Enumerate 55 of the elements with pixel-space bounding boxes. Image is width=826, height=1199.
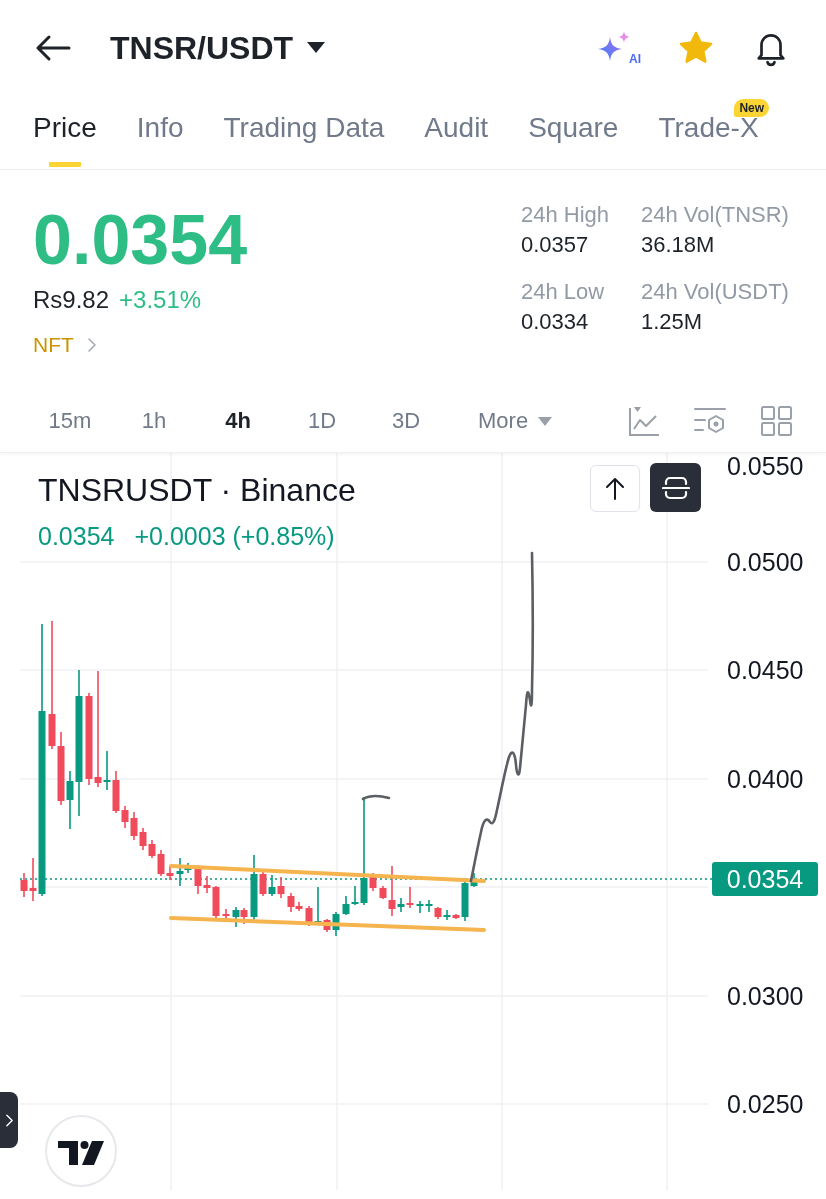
chart-title: TNSRUSDT · Binance (38, 472, 356, 508)
last-price: 0.0354 (33, 204, 249, 276)
panel-toggle-button[interactable] (0, 1092, 18, 1148)
tab[interactable]: Audit (424, 95, 489, 169)
stat-value: 0.0357 (521, 231, 590, 259)
interval-tab[interactable]: 3D (364, 406, 448, 436)
fullscreen-button[interactable] (650, 463, 701, 512)
tab[interactable]: Price (33, 95, 97, 169)
caret-icon (538, 416, 553, 426)
legend-change: +0.0003 (+0.85%) (134, 521, 335, 552)
price-axis-label: 0.0300 (727, 982, 804, 1010)
stat-label: 24h Vol(USDT) (641, 278, 790, 306)
stat-label: 24h Vol(TNSR) (641, 201, 790, 229)
tab[interactable]: Square (528, 95, 619, 169)
pair-selector[interactable]: TNSR/USDT (110, 27, 326, 68)
stat-value: 36.18M (641, 231, 716, 259)
nft-link[interactable]: NFT (33, 331, 96, 359)
price-tag: 0.0354 (712, 862, 818, 896)
stat-label: 24h High (521, 201, 611, 229)
logo-icon[interactable] (45, 1115, 117, 1187)
chevron-right-icon (87, 338, 96, 352)
grid-icon[interactable] (760, 405, 793, 437)
back-icon[interactable] (35, 33, 71, 62)
price-change: +3.51% (119, 285, 202, 315)
trendline[interactable] (169, 864, 486, 883)
fiat-price: Rs9.82 (33, 285, 110, 315)
new-badge: New (734, 99, 770, 117)
stat-value: 0.0334 (521, 308, 590, 336)
tab[interactable]: Info (136, 95, 184, 169)
price-axis-label: 0.0450 (727, 656, 804, 684)
stat-value: 1.25M (641, 308, 704, 336)
ai-button[interactable]: AI (597, 28, 641, 67)
more-button[interactable]: More (478, 406, 553, 436)
price-axis-label: 0.0500 (727, 548, 804, 576)
interval-tab[interactable]: 15m (28, 406, 112, 436)
frame-icon (661, 474, 690, 501)
interval-tab[interactable]: 4h (196, 406, 280, 436)
arrow-up-button[interactable] (590, 465, 640, 512)
candle (222, 908, 230, 921)
tab[interactable]: Trading Data (223, 95, 385, 169)
arrow-up-icon (605, 476, 625, 501)
hand-drawn-mark[interactable] (361, 794, 391, 801)
price-axis-label: 0.0400 (727, 765, 804, 793)
tab[interactable]: Trade-X New (658, 95, 775, 169)
legend-price: 0.0354 (38, 521, 115, 552)
price-axis-label: 0.0250 (727, 1090, 804, 1118)
interval-tab[interactable]: 1D (280, 406, 364, 436)
line-chart-icon[interactable] (628, 405, 660, 437)
interval-tab[interactable]: 1h (112, 406, 196, 436)
hand-drawn-line[interactable] (469, 551, 535, 883)
price-axis-label: 0.0550 (727, 453, 804, 480)
trendline[interactable] (169, 916, 486, 932)
caret-icon (307, 42, 326, 53)
chevron-right-icon (5, 1113, 13, 1127)
stat-label: 24h Low (521, 278, 606, 306)
